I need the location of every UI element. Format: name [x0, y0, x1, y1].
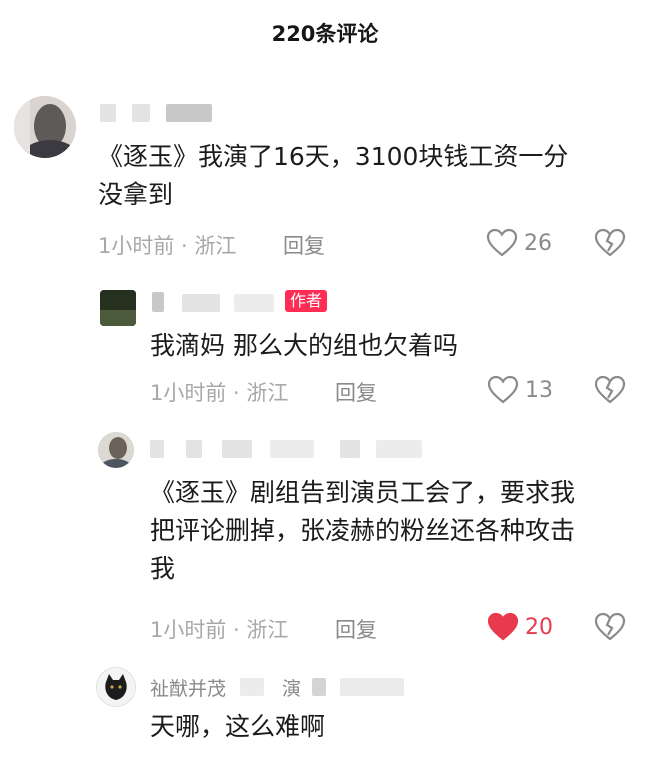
comment-time-location: 1小时前 · 浙江	[98, 234, 237, 258]
dislike-button[interactable]	[594, 375, 626, 409]
broken-heart-icon	[594, 228, 626, 257]
like-button[interactable]: 26	[486, 228, 552, 258]
broken-heart-icon	[594, 375, 626, 404]
like-count: 20	[525, 614, 553, 640]
reply-button[interactable]: 回复	[335, 377, 377, 407]
username-blurred[interactable]	[152, 292, 282, 314]
username-blurred	[312, 678, 326, 696]
dislike-button[interactable]	[594, 228, 626, 262]
like-button[interactable]: 13	[487, 375, 553, 405]
like-count: 13	[525, 377, 553, 403]
username-blurred[interactable]	[100, 102, 260, 124]
username-blurred	[240, 678, 264, 696]
avatar[interactable]	[14, 96, 76, 158]
heart-icon	[487, 375, 519, 404]
avatar[interactable]	[100, 290, 136, 326]
comment-count-title: 220条评论	[271, 22, 379, 46]
like-count: 26	[524, 230, 552, 256]
reply-button[interactable]: 回复	[335, 614, 377, 644]
username-partial: 演	[282, 678, 302, 700]
username-blurred[interactable]	[150, 440, 430, 462]
avatar[interactable]	[96, 667, 136, 707]
username-blurred	[340, 678, 404, 696]
broken-heart-icon	[594, 612, 626, 641]
heart-icon	[486, 228, 518, 257]
username[interactable]: 祉猷并茂	[150, 674, 226, 701]
comment-text: 我滴妈 那么大的组也欠着吗	[150, 331, 458, 360]
comment-text: 《逐玉》我演了16天，3100块钱工资一分 没拿到	[98, 142, 569, 209]
reply-button[interactable]: 回复	[283, 230, 325, 260]
heart-filled-icon	[487, 612, 519, 641]
comment-text: 《逐玉》剧组告到演员工会了，要求我 把评论删掉，张凌赫的粉丝还各种攻击 我	[150, 478, 576, 583]
comment-time-location: 1小时前 · 浙江	[150, 381, 289, 405]
comment-time-location: 1小时前 · 浙江	[150, 618, 289, 642]
dislike-button[interactable]	[594, 612, 626, 646]
avatar[interactable]	[98, 432, 134, 468]
comment-text: 天哪，这么难啊	[150, 712, 326, 741]
like-button[interactable]: 20	[487, 612, 553, 642]
author-badge: 作者	[285, 290, 328, 312]
